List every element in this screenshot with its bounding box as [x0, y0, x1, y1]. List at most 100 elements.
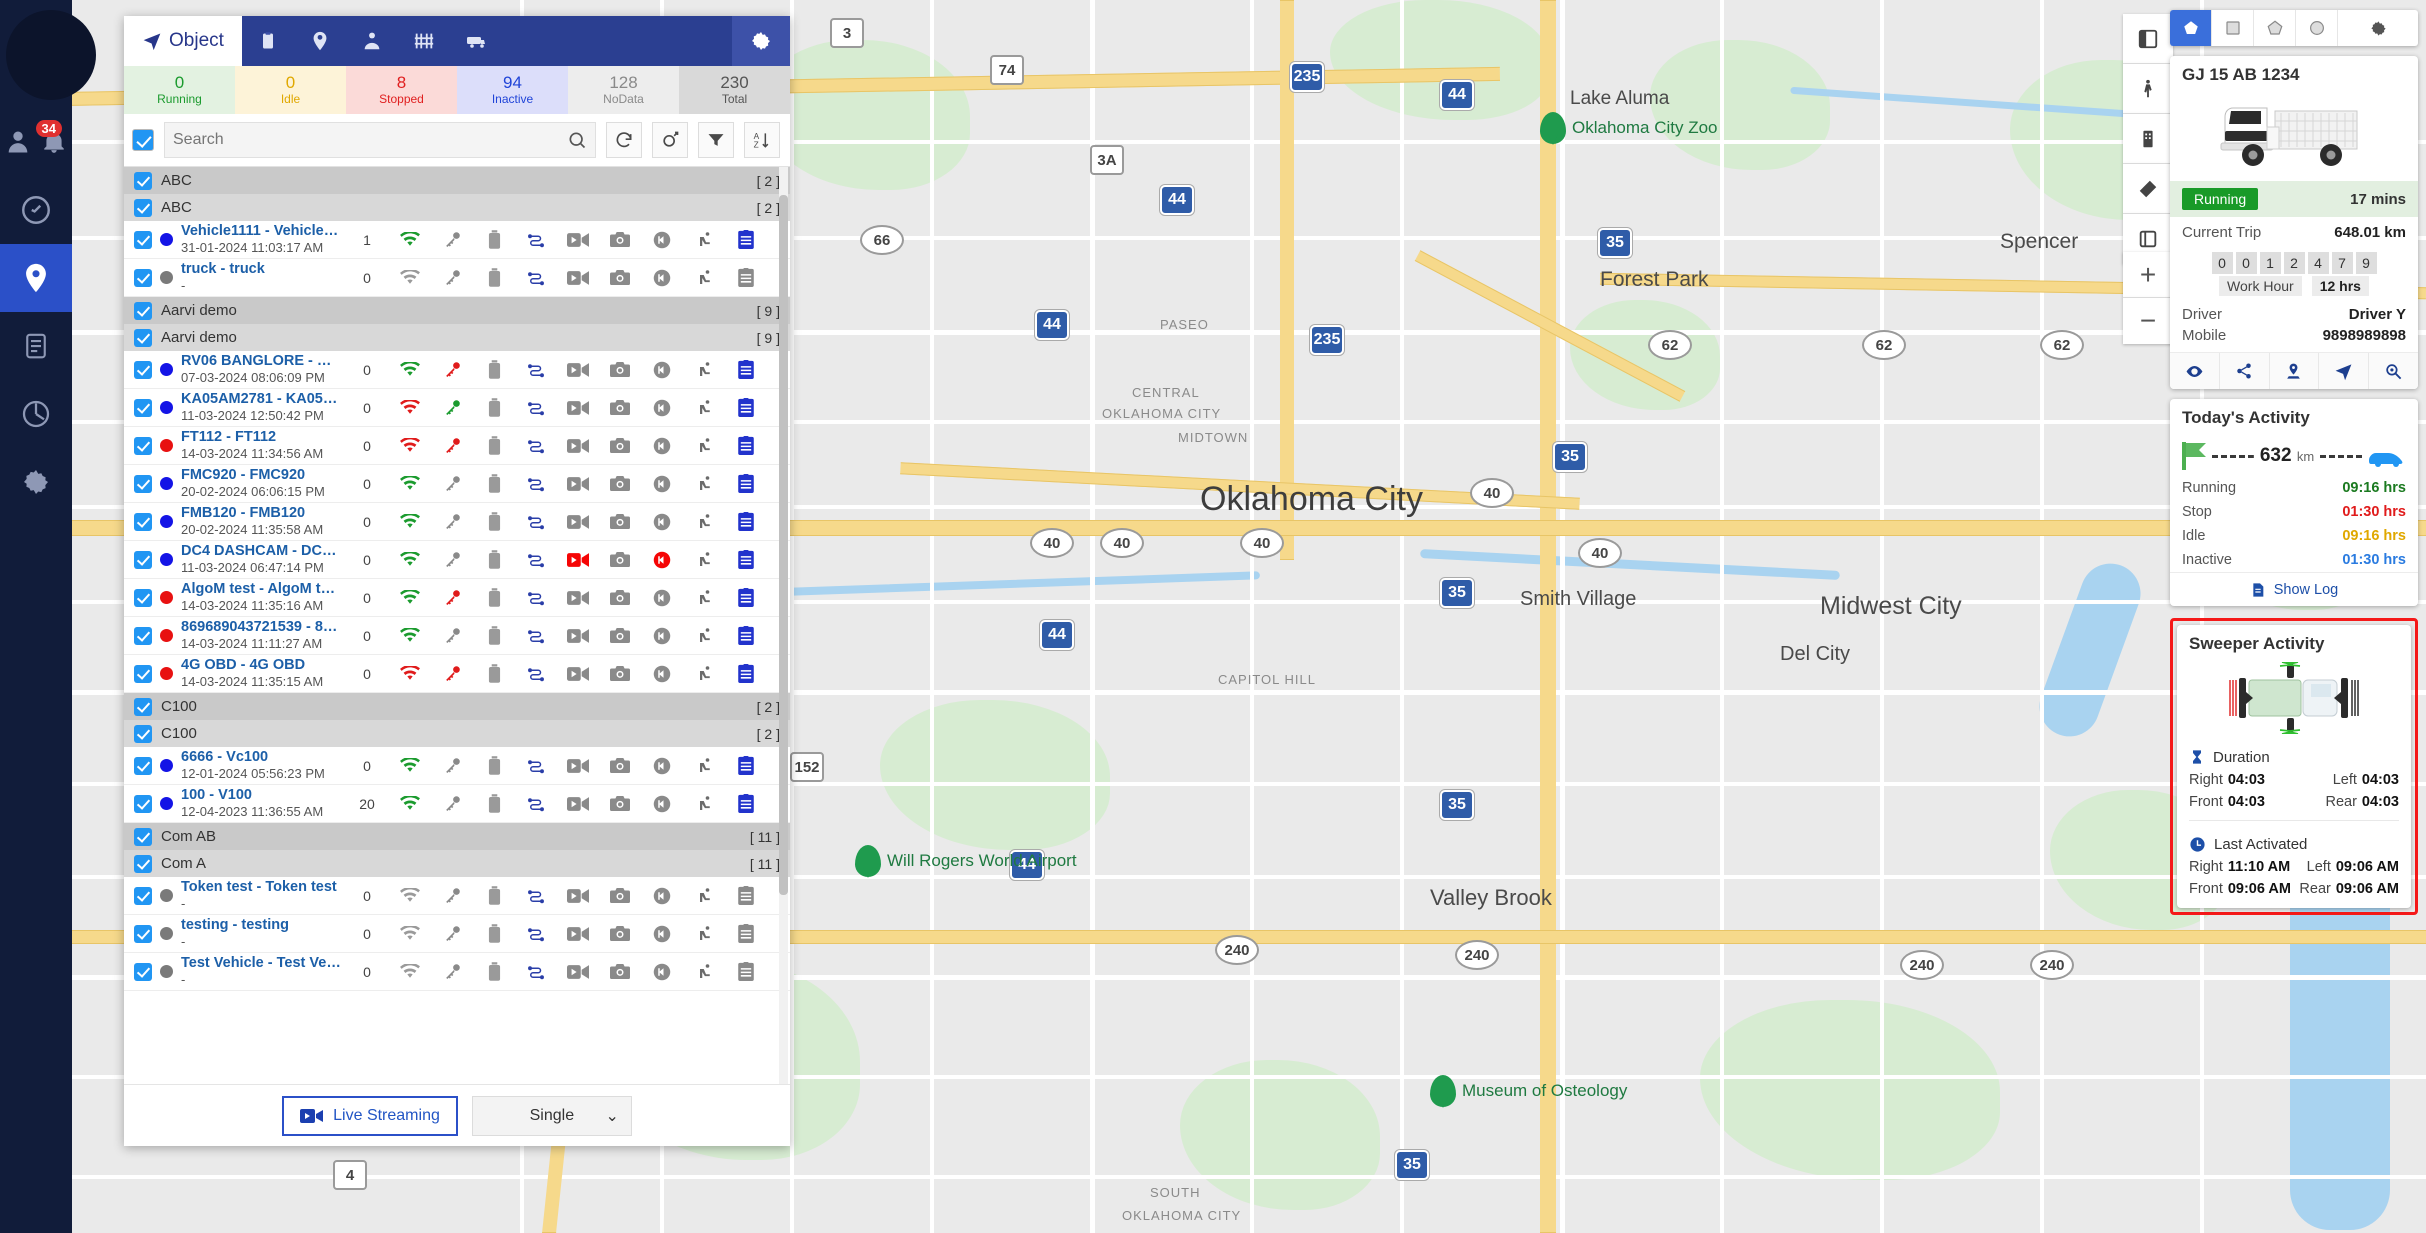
- gps-signal-icon-button[interactable]: [393, 665, 427, 682]
- select-all-checkbox[interactable]: [132, 129, 154, 151]
- video-icon-button[interactable]: [561, 590, 595, 606]
- row-checkbox[interactable]: [134, 626, 152, 645]
- ignition-icon-button[interactable]: [435, 550, 469, 569]
- sidebar-item-notifications[interactable]: 34: [35, 108, 72, 176]
- stream-layout-select[interactable]: Single ⌄: [471, 1095, 632, 1136]
- vehicle-name[interactable]: Vehicle1111 - Vehicle1111: [181, 222, 341, 240]
- status-stat-total[interactable]: 230 Total: [679, 66, 790, 114]
- camera-icon-button[interactable]: [603, 437, 637, 454]
- video-icon-button[interactable]: [561, 476, 595, 492]
- report-icon-button[interactable]: [729, 794, 763, 813]
- subgroup-checkbox[interactable]: [134, 854, 152, 873]
- battery-icon-button[interactable]: [477, 512, 511, 531]
- gps-signal-icon-button[interactable]: [393, 551, 427, 568]
- playback-icon-button[interactable]: [645, 399, 679, 417]
- tab-person-pin[interactable]: [294, 16, 346, 66]
- battery-icon-button[interactable]: [477, 664, 511, 683]
- route-icon-button[interactable]: [519, 475, 553, 493]
- group-row[interactable]: Com AB [ 11 ]: [124, 823, 790, 850]
- immobilize-icon-button[interactable]: [687, 665, 721, 683]
- group-checkbox[interactable]: [134, 301, 152, 320]
- immobilize-icon-button[interactable]: [687, 437, 721, 455]
- table-row[interactable]: 6666 - Vc100 12-01-2024 05:56:23 PM 0: [124, 747, 790, 785]
- battery-icon-button[interactable]: [477, 474, 511, 493]
- table-row[interactable]: truck - truck - 0: [124, 259, 790, 297]
- search-input-wrapper[interactable]: [164, 122, 596, 158]
- battery-icon-button[interactable]: [477, 550, 511, 569]
- table-row[interactable]: 869689043721539 - 86968... 14-03-2024 11…: [124, 617, 790, 655]
- route-icon-button[interactable]: [519, 231, 553, 249]
- tab-object[interactable]: Object: [124, 16, 242, 66]
- report-icon-button[interactable]: [729, 360, 763, 379]
- table-row[interactable]: 100 - V100 12-04-2023 11:36:55 AM 20: [124, 785, 790, 823]
- vehicle-name[interactable]: DC4 DASHCAM - DC4 DAS...: [181, 542, 341, 560]
- group-checkbox[interactable]: [134, 697, 152, 716]
- video-icon-button[interactable]: [561, 552, 595, 568]
- row-checkbox[interactable]: [134, 268, 152, 287]
- immobilize-icon-button[interactable]: [687, 887, 721, 905]
- sidebar-item-tracking[interactable]: [0, 244, 72, 312]
- report-icon-button[interactable]: [729, 664, 763, 683]
- camera-icon-button[interactable]: [603, 361, 637, 378]
- shape-square-button[interactable]: [2212, 10, 2254, 46]
- group-row[interactable]: Aarvi demo [ 9 ]: [124, 297, 790, 324]
- map-poi[interactable]: Will Rogers World Airport: [855, 845, 1077, 878]
- refresh-button[interactable]: [606, 122, 642, 158]
- navigate-button[interactable]: [2319, 353, 2370, 389]
- row-checkbox[interactable]: [134, 588, 152, 607]
- table-row[interactable]: FT112 - FT112 14-03-2024 11:34:56 AM 0: [124, 427, 790, 465]
- report-icon-button[interactable]: [729, 588, 763, 607]
- video-icon-button[interactable]: [561, 758, 595, 774]
- ignition-icon-button[interactable]: [435, 886, 469, 905]
- tab-clipboard[interactable]: [242, 16, 294, 66]
- gps-signal-icon-button[interactable]: [393, 757, 427, 774]
- camera-icon-button[interactable]: [603, 963, 637, 980]
- sidebar-item-dashboard[interactable]: [0, 176, 72, 244]
- map-poi[interactable]: Museum of Osteology: [1430, 1075, 1627, 1108]
- tab-driver[interactable]: [346, 16, 398, 66]
- status-stat-idle[interactable]: 0 Idle: [235, 66, 346, 114]
- map-layers-button[interactable]: [2123, 14, 2173, 64]
- report-icon-button[interactable]: [729, 550, 763, 569]
- row-checkbox[interactable]: [134, 962, 152, 981]
- row-checkbox[interactable]: [134, 230, 152, 249]
- vehicle-name[interactable]: testing - testing: [181, 916, 341, 934]
- video-icon-button[interactable]: [561, 438, 595, 454]
- map-poi[interactable]: Oklahoma City Zoo: [1540, 112, 1718, 145]
- vehicle-name[interactable]: FMC920 - FMC920: [181, 466, 341, 484]
- ignition-icon-button[interactable]: [435, 474, 469, 493]
- gps-signal-icon-button[interactable]: [393, 513, 427, 530]
- report-icon-button[interactable]: [729, 886, 763, 905]
- gps-signal-icon-button[interactable]: [393, 269, 427, 286]
- tab-geofence[interactable]: [398, 16, 450, 66]
- immobilize-icon-button[interactable]: [687, 399, 721, 417]
- geofence-button[interactable]: [2270, 353, 2320, 389]
- report-icon-button[interactable]: [729, 626, 763, 645]
- filter-button[interactable]: [698, 122, 734, 158]
- route-icon-button[interactable]: [519, 589, 553, 607]
- video-icon-button[interactable]: [561, 888, 595, 904]
- report-icon-button[interactable]: [729, 268, 763, 287]
- video-icon-button[interactable]: [561, 666, 595, 682]
- route-icon-button[interactable]: [519, 513, 553, 531]
- group-row[interactable]: C100 [ 2 ]: [124, 693, 790, 720]
- playback-icon-button[interactable]: [645, 963, 679, 981]
- group-checkbox[interactable]: [134, 827, 152, 846]
- status-stat-running[interactable]: 0 Running: [124, 66, 235, 114]
- group-row[interactable]: ABC [ 2 ]: [124, 167, 790, 194]
- status-stat-stopped[interactable]: 8 Stopped: [346, 66, 457, 114]
- battery-icon-button[interactable]: [477, 756, 511, 775]
- video-icon-button[interactable]: [561, 514, 595, 530]
- search-input[interactable]: [173, 131, 567, 149]
- ignition-icon-button[interactable]: [435, 360, 469, 379]
- battery-icon-button[interactable]: [477, 794, 511, 813]
- route-icon-button[interactable]: [519, 361, 553, 379]
- row-checkbox[interactable]: [134, 398, 152, 417]
- row-checkbox[interactable]: [134, 360, 152, 379]
- ignition-icon-button[interactable]: [435, 436, 469, 455]
- vehicle-name[interactable]: 4G OBD - 4G OBD: [181, 656, 341, 674]
- route-icon-button[interactable]: [519, 757, 553, 775]
- route-icon-button[interactable]: [519, 627, 553, 645]
- route-icon-button[interactable]: [519, 399, 553, 417]
- subgroup-checkbox[interactable]: [134, 198, 152, 217]
